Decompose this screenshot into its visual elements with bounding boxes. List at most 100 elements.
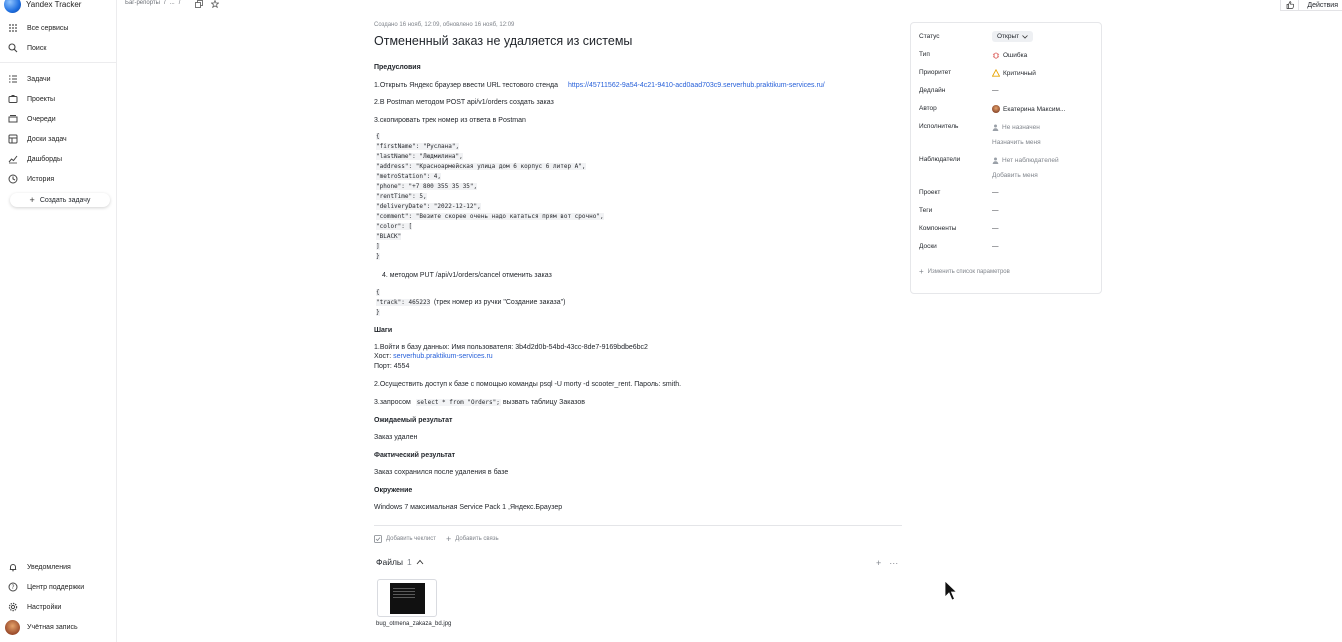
sidebar-item-boards[interactable]: Доски задач (8, 132, 67, 146)
preconditions-heading: Предусловия (374, 64, 421, 71)
avatar (5, 619, 20, 635)
sidebar-item-label: Уведомления (27, 563, 71, 571)
add-link-label: Добавить связь (455, 536, 499, 542)
author-value: Екатерина Максим... (1003, 105, 1066, 113)
add-link-button[interactable]: + Добавить связь (446, 534, 499, 544)
expected-heading: Ожидаемый результат (374, 417, 453, 424)
create-task-button[interactable]: + Создать задачу (10, 193, 110, 207)
brand-logo[interactable]: Yandex Tracker (4, 0, 81, 16)
sidebar-item-queues[interactable]: Очереди (8, 112, 56, 126)
bell-icon (9, 564, 17, 572)
sidebar-item-history[interactable]: История (8, 172, 54, 186)
star-icon[interactable] (211, 0, 219, 8)
sidebar-item-support[interactable]: ? Центр поддержки (8, 580, 84, 594)
code-line: "track": 465223 (трек номер из ручки "Со… (376, 298, 565, 308)
person-icon (992, 124, 999, 131)
test-stand-link[interactable]: https://45711562-9a54-4c21-9410-acd0aad7… (568, 82, 825, 89)
code-line: "deliveryDate": "2022-12-12", (376, 203, 481, 210)
request-json-block: { "firstName": "Руслана", "lastName": "Л… (376, 132, 604, 262)
sidebar-item-tasks[interactable]: Задачи (8, 72, 51, 86)
track-note: (трек номер из ручки "Создание заказа") (433, 299, 566, 306)
assignee-field[interactable]: Не назначен (992, 124, 1040, 131)
status-badge[interactable]: Открыт (992, 31, 1034, 42)
queues-icon (8, 115, 18, 123)
sql-query-code: select * from "Orders"; (415, 399, 501, 406)
breadcrumb-more[interactable]: ... (170, 0, 175, 6)
add-me-watcher-link[interactable]: Добавить меня (992, 172, 1038, 179)
deadline-value[interactable]: — (992, 87, 999, 94)
sidebar-item-settings[interactable]: Настройки (8, 600, 61, 614)
actual-text: Заказ сохранился после удаления в базе (374, 469, 509, 476)
sidebar-item-account[interactable]: Учётная запись (5, 619, 78, 635)
sidebar-item-projects[interactable]: Проекты (8, 92, 55, 106)
code-line: "phone": "+7 800 355 35 35", (376, 183, 478, 190)
status-label: Статус (919, 33, 940, 40)
brand-name: Yandex Tracker (26, 0, 82, 9)
assign-me-link[interactable]: Назначить меня (992, 139, 1041, 146)
topbar-right-actions: Действия (1280, 0, 1342, 11)
breadcrumb-separator: / (178, 0, 181, 6)
sidebar-item-label: Центр поддержки (27, 583, 85, 591)
watchers-field[interactable]: Нет наблюдателей (992, 157, 1059, 164)
edit-params-button[interactable]: + Изменить список параметров (919, 267, 1010, 276)
status-value: Открыт (997, 33, 1020, 40)
sidebar-item-label: История (27, 175, 55, 183)
tags-value[interactable]: — (992, 207, 999, 214)
help-icon: ? (8, 582, 18, 592)
assignee-label: Исполнитель (919, 123, 959, 130)
db-step-2: 2.Осуществить доступ к базе с помощью ко… (374, 381, 682, 388)
svg-text:?: ? (11, 584, 14, 591)
db-host-link[interactable]: serverhub.praktikum-services.ru (393, 353, 493, 360)
copy-icon[interactable] (195, 0, 203, 8)
yandex-tracker-logo-icon (4, 0, 21, 13)
like-button[interactable] (1281, 0, 1300, 10)
sidebar-item-search[interactable]: Поиск (8, 41, 46, 55)
chevron-down-icon (1022, 34, 1028, 39)
db-step-3-prefix: 3.запросом (374, 399, 411, 406)
file-name[interactable]: bug_otmena_zakaza_bd.jpg (376, 620, 451, 629)
issue-properties-panel: Статус Открыт Тип Ошибка Приоритет Крити… (910, 22, 1102, 294)
priority-value: Критичный (1003, 69, 1036, 77)
grid-icon (9, 24, 17, 32)
add-checklist-button[interactable]: Добавить чеклист (374, 535, 436, 543)
type-value: Ошибка (1003, 51, 1028, 59)
more-icon[interactable]: ··· (889, 558, 898, 568)
code-line: "color": [ (376, 223, 413, 230)
sidebar: Yandex Tracker Все сервисы Поиск Задачи … (0, 0, 117, 642)
type-field[interactable]: Ошибка (992, 51, 1027, 59)
track-code: "track": 465223 (376, 299, 431, 306)
file-thumbnail[interactable] (377, 579, 437, 617)
search-icon (8, 43, 18, 53)
actions-menu-button[interactable]: Действия (1299, 0, 1342, 10)
sidebar-item-dashboards[interactable]: Дашборды (8, 152, 62, 166)
page-title[interactable]: Отмененный заказ не удаляется из системы (374, 34, 632, 48)
warning-icon (992, 69, 1000, 77)
breadcrumb-root[interactable]: Баг-репорты (125, 0, 160, 6)
priority-field[interactable]: Критичный (992, 69, 1036, 77)
files-section-header[interactable]: Файлы 1 (376, 557, 424, 567)
sidebar-item-all-services[interactable]: Все сервисы (8, 21, 68, 35)
sidebar-item-label: Все сервисы (27, 24, 69, 32)
project-value[interactable]: — (992, 189, 999, 196)
checklist-icon (374, 535, 382, 543)
add-checklist-label: Добавить чеклист (386, 536, 436, 542)
watchers-label: Наблюдатели (919, 156, 961, 163)
code-line: ] (376, 243, 380, 250)
components-value[interactable]: — (992, 225, 999, 232)
components-label: Компоненты (919, 225, 957, 232)
mouse-cursor-icon (944, 580, 957, 601)
sidebar-item-notifications[interactable]: Уведомления (8, 560, 71, 574)
files-tools: + ··· (876, 558, 898, 568)
add-file-icon[interactable]: + (876, 558, 881, 568)
description-divider (374, 525, 902, 526)
tasks-icon (9, 75, 17, 83)
status-dropdown[interactable]: Открыт (992, 31, 1034, 42)
boards-value[interactable]: — (992, 243, 999, 250)
plus-icon: + (445, 534, 452, 544)
sidebar-item-label: Проекты (27, 95, 56, 103)
author-field[interactable]: Екатерина Максим... (992, 105, 1065, 113)
file-preview-image (389, 582, 425, 614)
code-line: } (376, 309, 380, 316)
environment-heading: Окружение (374, 487, 413, 494)
topbar: Баг-репорты / ... / Действия (117, 0, 1342, 12)
